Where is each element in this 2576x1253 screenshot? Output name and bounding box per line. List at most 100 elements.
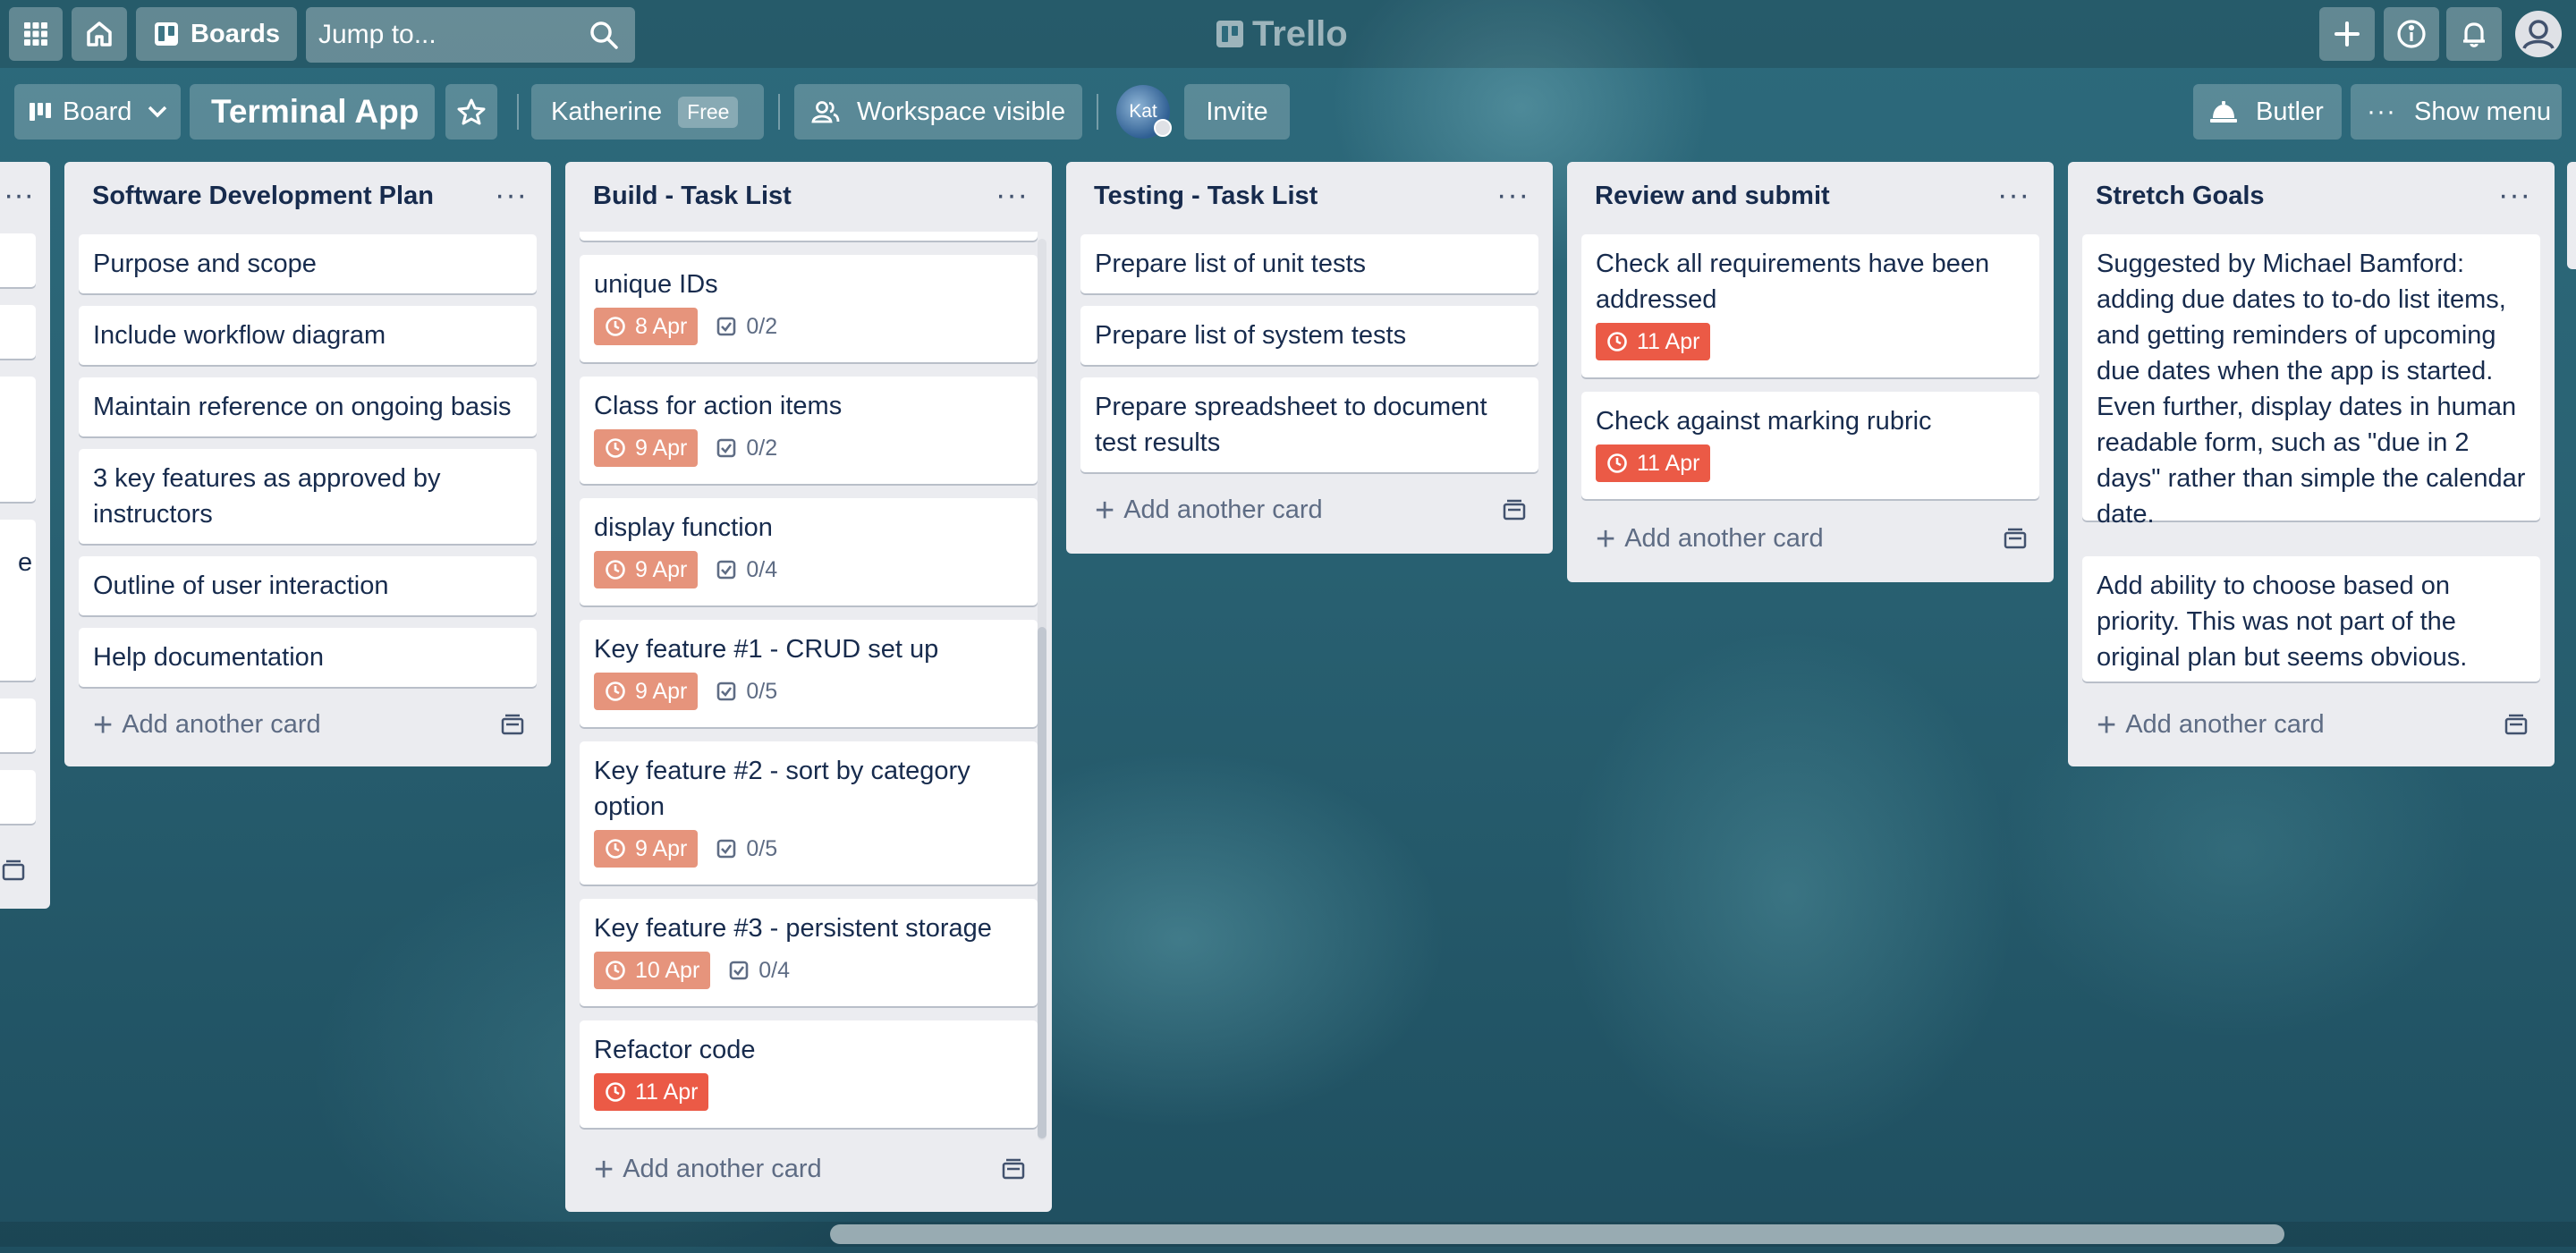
search-input[interactable]: Jump to... <box>306 7 635 63</box>
card[interactable]: Suggested by Michael Bamford: adding due… <box>2082 234 2540 529</box>
card[interactable]: Help documentation <box>79 628 537 687</box>
clock-icon <box>606 682 625 701</box>
due-date-badge[interactable]: 9 Apr <box>594 830 699 868</box>
due-date-badge[interactable]: 11 Apr <box>1596 444 1711 482</box>
list-title[interactable]: Testing - Task List <box>1094 182 1318 211</box>
due-date-badge[interactable]: 11 Apr <box>594 1073 709 1111</box>
search-placeholder: Jump to... <box>318 20 436 49</box>
card[interactable]: Key feature #3 - persistent storage 10 A… <box>580 899 1038 1006</box>
due-date-badge[interactable]: 8 Apr <box>594 308 699 345</box>
card[interactable]: Add ability to choose based on priority.… <box>2082 556 2540 682</box>
add-card-button[interactable]: + Add another card <box>2097 708 2325 742</box>
account-button[interactable] <box>2509 7 2568 61</box>
info-button[interactable] <box>2384 7 2439 61</box>
card[interactable]: Check against marking rubric 11 Apr <box>1581 392 2039 499</box>
checklist-badge: 0/4 <box>728 952 790 988</box>
card[interactable]: Check all requirements have been address… <box>1581 234 2039 377</box>
card[interactable]: Include workflow diagram <box>79 306 537 365</box>
card[interactable]: Outline of user interaction <box>79 556 537 615</box>
list-scrollbar-thumb[interactable] <box>1038 627 1046 1139</box>
list-title[interactable]: Software Development Plan <box>92 182 434 211</box>
card[interactable]: Class for action items 9 Apr 0/2 <box>580 377 1038 484</box>
plus-icon: + <box>594 1150 614 1189</box>
card[interactable]: Prepare list of unit tests <box>1080 234 1538 293</box>
card[interactable] <box>0 627 36 681</box>
card-template-icon[interactable] <box>501 714 524 735</box>
card[interactable]: Key feature #1 - CRUD set up 9 Apr 0/5 <box>580 620 1038 727</box>
card[interactable]: Key feature #2 - sort by category option… <box>580 741 1038 885</box>
invite-button[interactable]: Invite <box>1184 84 1290 140</box>
clock-icon <box>606 438 625 458</box>
show-menu-button[interactable]: ··· Show menu <box>2351 84 2562 140</box>
star-board-button[interactable] <box>445 84 497 140</box>
list-testing-task-list[interactable]: Testing - Task List ··· Prepare list of … <box>1066 162 1553 554</box>
card[interactable]: Refactor code 11 Apr <box>580 1020 1038 1128</box>
due-date-text: 9 Apr <box>635 436 688 461</box>
invite-label: Invite <box>1206 97 1268 126</box>
avatar-initials: Kat <box>1129 101 1157 122</box>
card[interactable] <box>0 770 36 824</box>
list-menu-icon[interactable]: ··· <box>2498 178 2531 213</box>
add-card-button[interactable]: + Add another card <box>594 1150 822 1189</box>
board-title[interactable]: Terminal App <box>190 84 435 140</box>
card-title: 3 key features as approved by instructor… <box>93 464 441 529</box>
list-menu-icon[interactable]: ··· <box>1496 178 1530 213</box>
list-title[interactable]: Build - Task List <box>593 182 792 211</box>
card-template-icon[interactable] <box>1503 499 1526 521</box>
list-menu-icon[interactable]: ··· <box>1997 178 2030 213</box>
list-review-and-submit[interactable]: Review and submit ··· Check all requirem… <box>1567 162 2054 582</box>
card[interactable]: 3 key features as approved by instructor… <box>79 449 537 544</box>
card-template-icon[interactable] <box>1002 1158 1025 1180</box>
card[interactable] <box>0 377 36 502</box>
home-button[interactable] <box>72 7 127 61</box>
card[interactable]: Prepare list of system tests <box>1080 306 1538 365</box>
card[interactable]: e <box>0 520 36 645</box>
list-title[interactable]: Stretch Goals <box>2096 182 2265 211</box>
card[interactable]: unique IDs 8 Apr 0/2 <box>580 255 1038 362</box>
add-card-label: Add another card <box>1624 524 1824 553</box>
card[interactable] <box>0 305 36 359</box>
add-card-label: Add another card <box>122 710 321 739</box>
checklist-count: 0/2 <box>746 436 778 461</box>
butler-button[interactable]: Butler <box>2193 84 2342 140</box>
due-date-badge[interactable]: 10 Apr <box>594 952 711 989</box>
workspace-button[interactable]: Katherine Free <box>531 84 764 140</box>
card[interactable]: Maintain reference on ongoing basis <box>79 377 537 436</box>
card-template-icon[interactable] <box>2504 714 2528 735</box>
due-date-badge[interactable]: 9 Apr <box>594 673 699 710</box>
card[interactable]: Purpose and scope <box>79 234 537 293</box>
clock-icon <box>606 560 625 580</box>
trello-logo[interactable]: Trello <box>1216 11 1348 57</box>
card[interactable]: display function 9 Apr 0/4 <box>580 498 1038 605</box>
board-scrollbar-thumb[interactable] <box>830 1224 2284 1244</box>
list-menu-icon[interactable]: ··· <box>996 178 1029 213</box>
notifications-button[interactable] <box>2446 7 2502 61</box>
list-stretch-goals[interactable]: Stretch Goals ··· Suggested by Michael B… <box>2068 162 2555 766</box>
list-build-task-list[interactable]: Build - Task List ··· unique IDs 8 Apr 0… <box>565 162 1052 1212</box>
board-view-switcher[interactable]: Board <box>14 84 181 140</box>
card[interactable]: Prepare spreadsheet to document test res… <box>1080 377 1538 472</box>
boards-button[interactable]: Boards <box>136 7 297 61</box>
due-date-text: 9 Apr <box>635 679 688 704</box>
plan-badge: Free <box>678 96 739 128</box>
checkbox-icon <box>717 839 736 859</box>
list-title[interactable]: Review and submit <box>1595 182 1830 211</box>
add-card-button[interactable]: + Add another card <box>93 708 321 742</box>
list-software-development-plan[interactable]: Software Development Plan ··· Purpose an… <box>64 162 551 766</box>
card-template-icon[interactable] <box>2004 528 2027 549</box>
card[interactable] <box>0 233 36 287</box>
add-card-button[interactable]: + Add another card <box>1596 522 1824 556</box>
due-date-badge[interactable]: 11 Apr <box>1596 323 1711 360</box>
member-avatar[interactable]: Kat <box>1116 85 1172 139</box>
create-button[interactable] <box>2319 7 2375 61</box>
card-title: Class for action items <box>594 392 843 420</box>
due-date-badge[interactable]: 9 Apr <box>594 551 699 588</box>
app-switcher-button[interactable] <box>9 7 63 61</box>
add-card-button[interactable]: + Add another card <box>1095 494 1323 528</box>
partial-list[interactable]: ··· e <box>0 162 50 909</box>
card[interactable] <box>0 698 36 752</box>
visibility-button[interactable]: Workspace visible <box>794 84 1082 140</box>
checkbox-icon <box>717 317 736 336</box>
list-menu-icon[interactable]: ··· <box>495 178 528 213</box>
due-date-badge[interactable]: 9 Apr <box>594 429 699 467</box>
